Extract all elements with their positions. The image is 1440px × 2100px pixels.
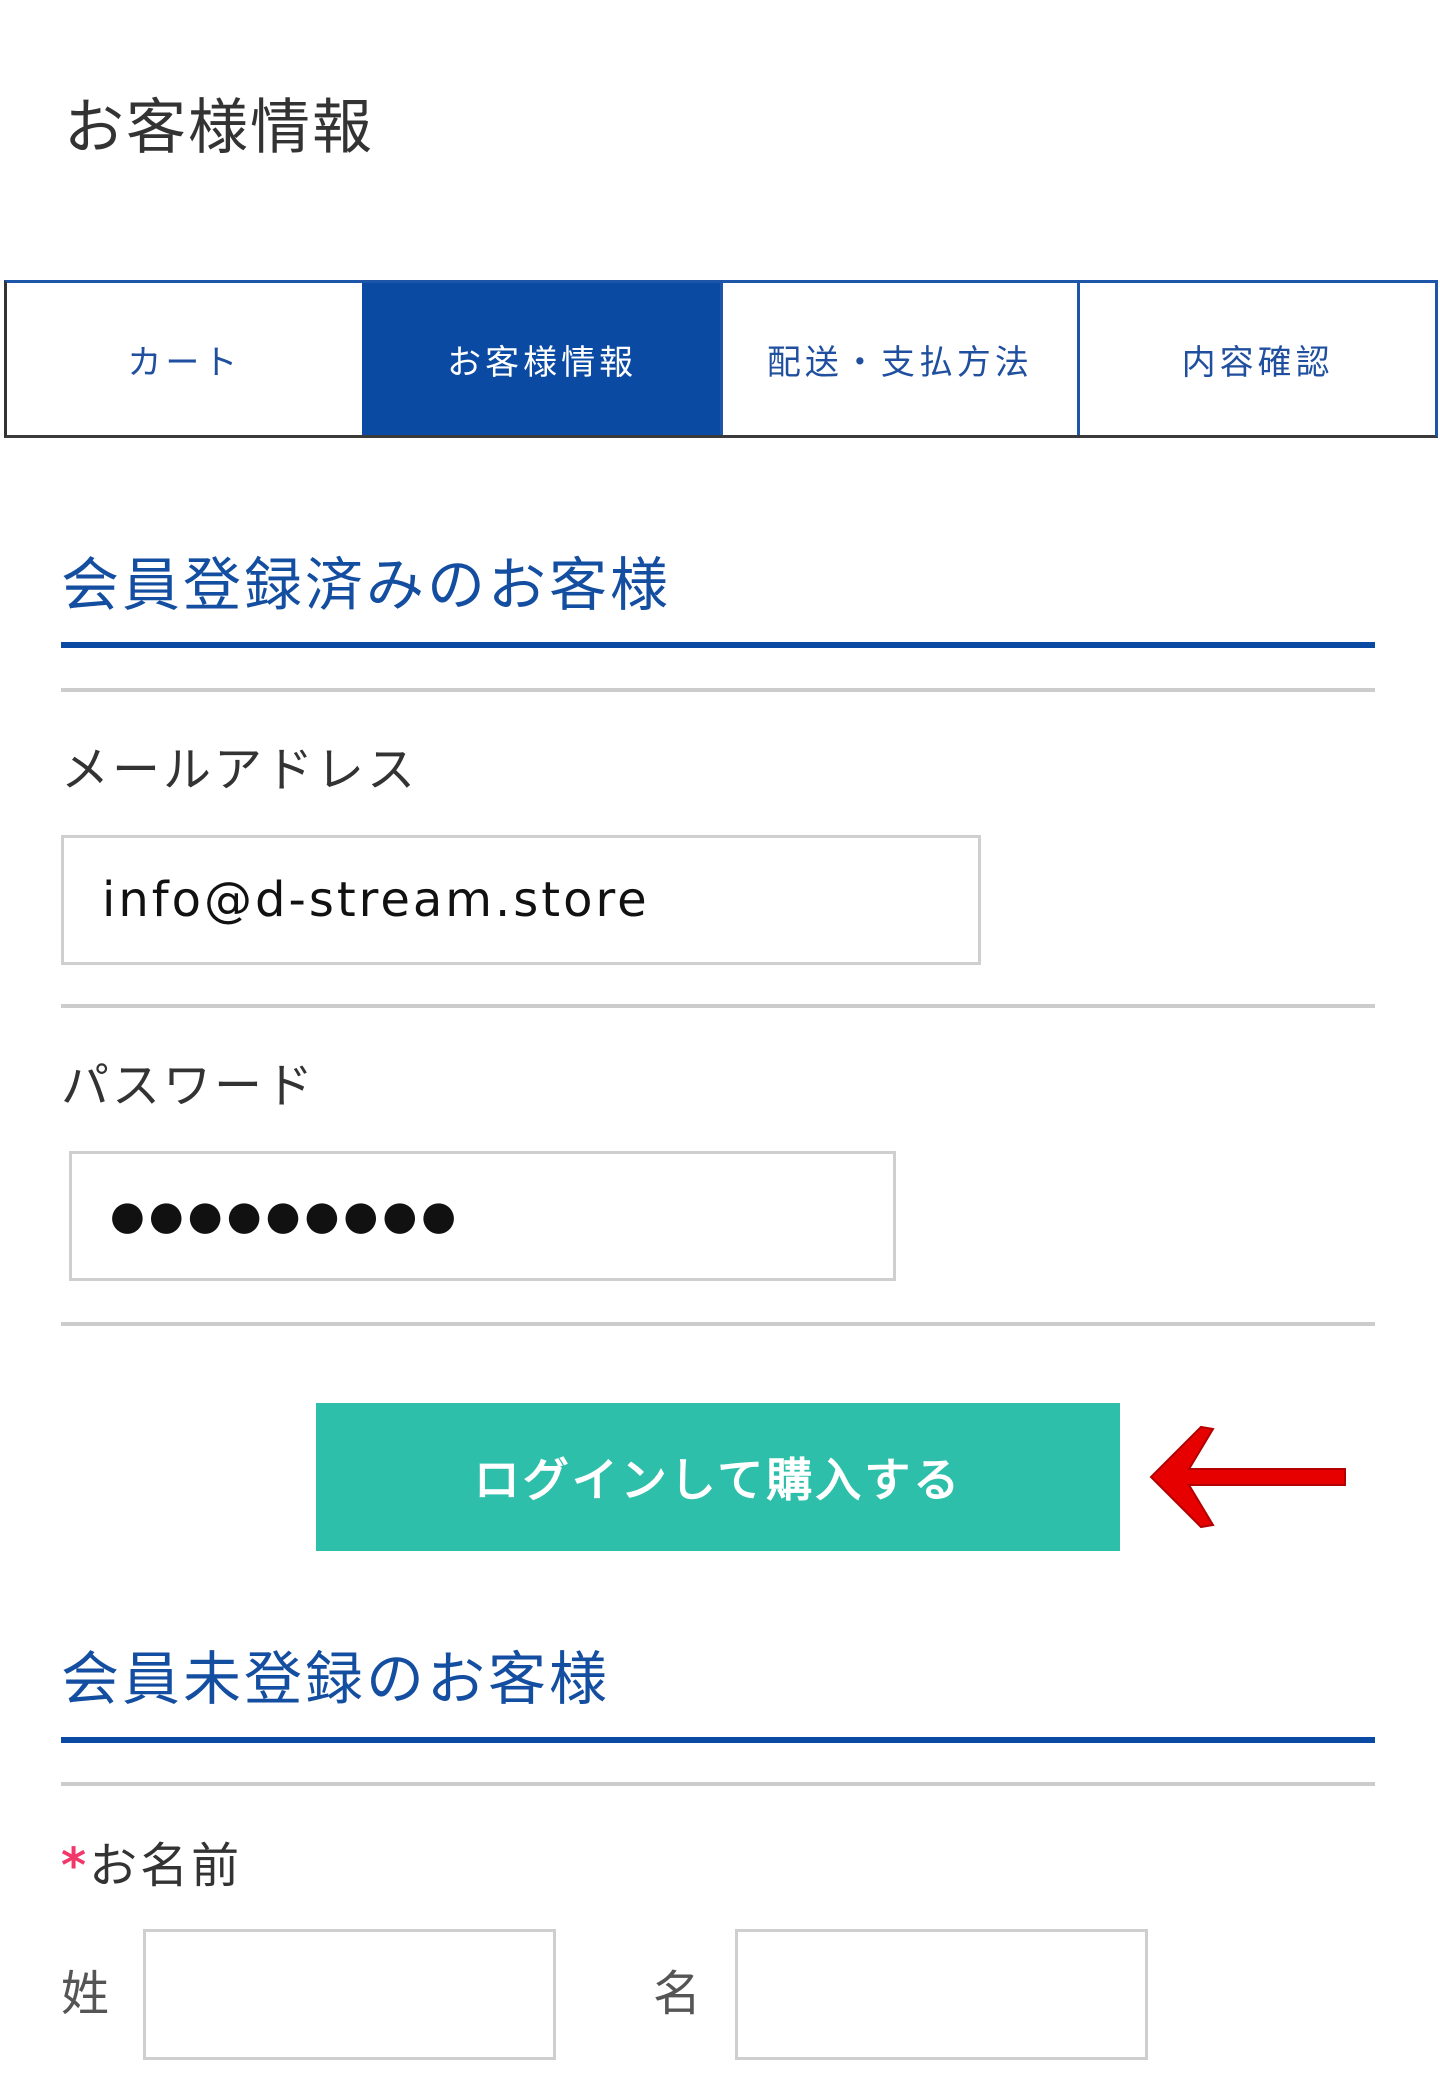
- email-input[interactable]: [61, 835, 981, 965]
- password-mask: ●●●●●●●●●: [110, 1193, 461, 1239]
- name-label-text: お名前: [89, 1838, 243, 1894]
- member-section-heading: 会員登録済みのお客様: [61, 551, 672, 619]
- login-and-purchase-button[interactable]: ログインして購入する: [316, 1403, 1120, 1551]
- surname-input[interactable]: [143, 1929, 556, 2060]
- red-left-arrow-icon: [1149, 1425, 1346, 1529]
- tab-cart[interactable]: カート: [7, 283, 362, 435]
- given-name-label: 名: [653, 1966, 702, 2022]
- name-label: *お名前: [61, 1838, 242, 1894]
- divider: [61, 1004, 1375, 1008]
- tab-shipping-payment[interactable]: 配送・支払方法: [719, 283, 1078, 435]
- password-input[interactable]: ●●●●●●●●●: [69, 1151, 896, 1281]
- divider: [61, 1322, 1375, 1326]
- guest-section-heading: 会員未登録のお客様: [61, 1645, 611, 1713]
- password-label: パスワード: [61, 1058, 317, 1114]
- page-title: お客様情報: [64, 93, 374, 163]
- divider: [61, 1782, 1375, 1786]
- required-mark: *: [61, 1838, 90, 1894]
- tab-confirm[interactable]: 内容確認: [1077, 283, 1435, 435]
- guest-heading-rule: [61, 1737, 1375, 1743]
- checkout-steps: カート お客様情報 配送・支払方法 内容確認: [4, 280, 1438, 438]
- email-label: メールアドレス: [61, 742, 419, 798]
- member-heading-rule: [61, 642, 1375, 648]
- given-name-input[interactable]: [735, 1929, 1148, 2060]
- surname-label: 姓: [61, 1966, 110, 2022]
- divider: [61, 688, 1375, 692]
- tab-customer-info[interactable]: お客様情報: [361, 283, 720, 435]
